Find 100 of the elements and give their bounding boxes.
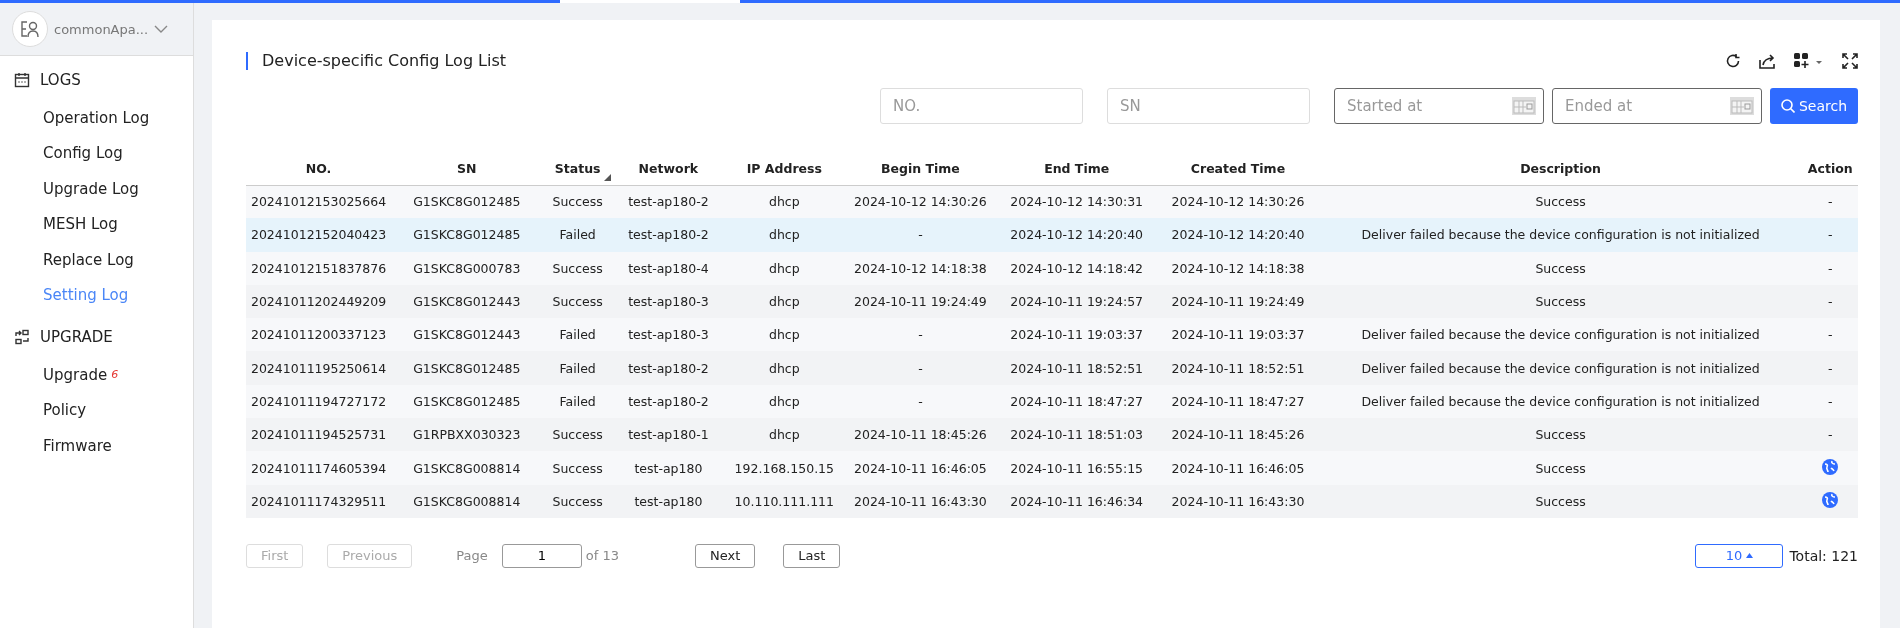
- avatar[interactable]: [12, 11, 48, 47]
- table-cell: 10.110.111.111: [723, 484, 845, 518]
- globe-icon[interactable]: [1822, 458, 1839, 475]
- search-button[interactable]: Search: [1770, 88, 1858, 124]
- sort-icon[interactable]: [603, 173, 611, 181]
- menu-group-title[interactable]: LOGS: [40, 71, 81, 89]
- menu-item[interactable]: Setting Log: [0, 277, 193, 313]
- table-cell: -: [1802, 351, 1858, 385]
- globe-icon[interactable]: [1822, 491, 1839, 508]
- table-cell: dhcp: [723, 351, 845, 385]
- page-size-select[interactable]: 10: [1695, 543, 1784, 568]
- calendar-icon: [1730, 97, 1754, 115]
- table-cell: dhcp: [723, 185, 845, 219]
- table-cell: Deliver failed because the device configuration is not initialized: [1318, 318, 1803, 352]
- table-cell: -: [1802, 418, 1858, 452]
- table-cell: 2024-10-11 18:45:26: [844, 418, 996, 452]
- page-field[interactable]: 1: [501, 543, 582, 568]
- table-cell: 2024-10-12 14:30:26: [844, 185, 996, 219]
- table-cell: 2024-10-11 18:45:26: [1157, 418, 1319, 452]
- table-cell: 20241011195250614: [246, 351, 392, 385]
- menu-group-title[interactable]: UPGRADE: [40, 328, 113, 346]
- table-cell: 20241011174605394: [246, 451, 392, 485]
- table-cell: 2024-10-11 19:24:49: [1157, 284, 1319, 319]
- refresh-icon[interactable]: [1725, 53, 1741, 69]
- menu-item[interactable]: Policy: [0, 392, 193, 428]
- table-cell: 20241011174329511: [246, 484, 392, 518]
- table-cell: -: [1802, 384, 1858, 419]
- menu-item[interactable]: Firmware: [0, 428, 193, 464]
- text-field[interactable]: SN: [1107, 88, 1310, 124]
- table-cell: 2024-10-11 18:47:27: [996, 384, 1158, 419]
- table-cell: dhcp: [723, 218, 845, 252]
- table-cell: 2024-10-11 16:46:34: [996, 484, 1158, 518]
- table-cell: 2024-10-12 14:18:42: [996, 251, 1158, 285]
- table-cell: G1SKC8G012443: [391, 318, 543, 352]
- table-cell: 2024-10-11 19:03:37: [1157, 318, 1319, 352]
- table-cell: Success: [542, 418, 613, 452]
- table-cell: 2024-10-11 16:55:15: [996, 451, 1158, 485]
- table-cell: Success: [1318, 284, 1803, 319]
- table-cell: 20241012151837876: [246, 251, 392, 285]
- swap-icon: [14, 329, 30, 345]
- page-label: Page: [456, 548, 488, 564]
- table-cell: Failed: [542, 318, 613, 352]
- table-cell: Deliver failed because the device configuration is not initialized: [1318, 384, 1803, 419]
- table-cell: -: [844, 218, 996, 252]
- table-cell: 20241012152040423: [246, 218, 392, 252]
- menu-item[interactable]: Upgrade Log: [0, 171, 193, 207]
- table-cell: 20241012153025664: [246, 185, 392, 219]
- table-cell: 2024-10-11 18:52:51: [1157, 351, 1319, 385]
- table-cell: 20241011194525731: [246, 418, 392, 452]
- table-cell: test-ap180-4: [612, 251, 724, 285]
- page-count: of 13: [585, 548, 619, 564]
- last-page-button[interactable]: Last: [783, 543, 841, 568]
- table-cell: 2024-10-11 19:24:49: [844, 284, 996, 319]
- menu-item[interactable]: Config Log: [0, 135, 193, 171]
- table-cell: 2024-10-11 19:24:57: [996, 284, 1158, 319]
- table-cell: G1SKC8G008814: [391, 484, 543, 518]
- table-cell: 2024-10-11 18:47:27: [1157, 384, 1319, 419]
- date-field[interactable]: Ended at: [1552, 88, 1762, 124]
- table-cell: G1SKC8G012485: [391, 185, 543, 219]
- table-cell: test-ap180-2: [612, 351, 724, 385]
- table-cell: 2024-10-11 16:43:30: [1157, 484, 1319, 518]
- table-cell: G1SKC8G012485: [391, 351, 543, 385]
- table-cell: Success: [1318, 451, 1803, 485]
- export-icon[interactable]: [1759, 53, 1776, 69]
- user-icon: [20, 20, 40, 38]
- menu-item[interactable]: Operation Log: [0, 100, 193, 136]
- table-cell: 20241011200337123: [246, 318, 392, 352]
- table-cell: 2024-10-12 14:30:26: [1157, 185, 1319, 219]
- table-cell: 2024-10-11 16:46:05: [844, 451, 996, 485]
- table-cell: G1SKC8G008814: [391, 451, 543, 485]
- table-cell: -: [1802, 185, 1858, 219]
- column-header: End Time: [996, 152, 1158, 185]
- calendar-icon: [14, 72, 30, 88]
- fullscreen-icon[interactable]: [1842, 53, 1858, 69]
- table-cell: -: [1802, 218, 1858, 252]
- columns-dropdown-icon[interactable]: [1794, 53, 1824, 69]
- column-header[interactable]: Status: [542, 152, 613, 185]
- table-cell: test-ap180-3: [612, 284, 724, 319]
- table-cell: -: [844, 351, 996, 385]
- table-cell: Failed: [542, 351, 613, 385]
- table-cell: Success: [1318, 185, 1803, 219]
- table-cell: dhcp: [723, 418, 845, 452]
- table-cell: G1SKC8G012485: [391, 218, 543, 252]
- table-cell: G1SKC8G000783: [391, 251, 543, 285]
- table-cell: G1RPBXX030323: [391, 418, 543, 452]
- account-name[interactable]: commonApa...: [54, 21, 149, 37]
- date-field[interactable]: Started at: [1334, 88, 1544, 124]
- table-cell: 2024-10-11 19:03:37: [996, 318, 1158, 352]
- table-cell: dhcp: [723, 318, 845, 352]
- table-cell: Failed: [542, 384, 613, 419]
- menu-item[interactable]: MESH Log: [0, 206, 193, 242]
- table-cell: 20241011202449209: [246, 284, 392, 319]
- menu-item[interactable]: Replace Log: [0, 242, 193, 278]
- search-icon: [1780, 99, 1795, 113]
- page-title: Device-specific Config Log List: [246, 52, 507, 70]
- text-field[interactable]: NO.: [880, 88, 1083, 124]
- table-cell: Success: [542, 251, 613, 285]
- chevron-down-icon[interactable]: [154, 24, 169, 34]
- caret-up-icon: [1746, 553, 1754, 559]
- next-page-button[interactable]: Next: [695, 543, 756, 568]
